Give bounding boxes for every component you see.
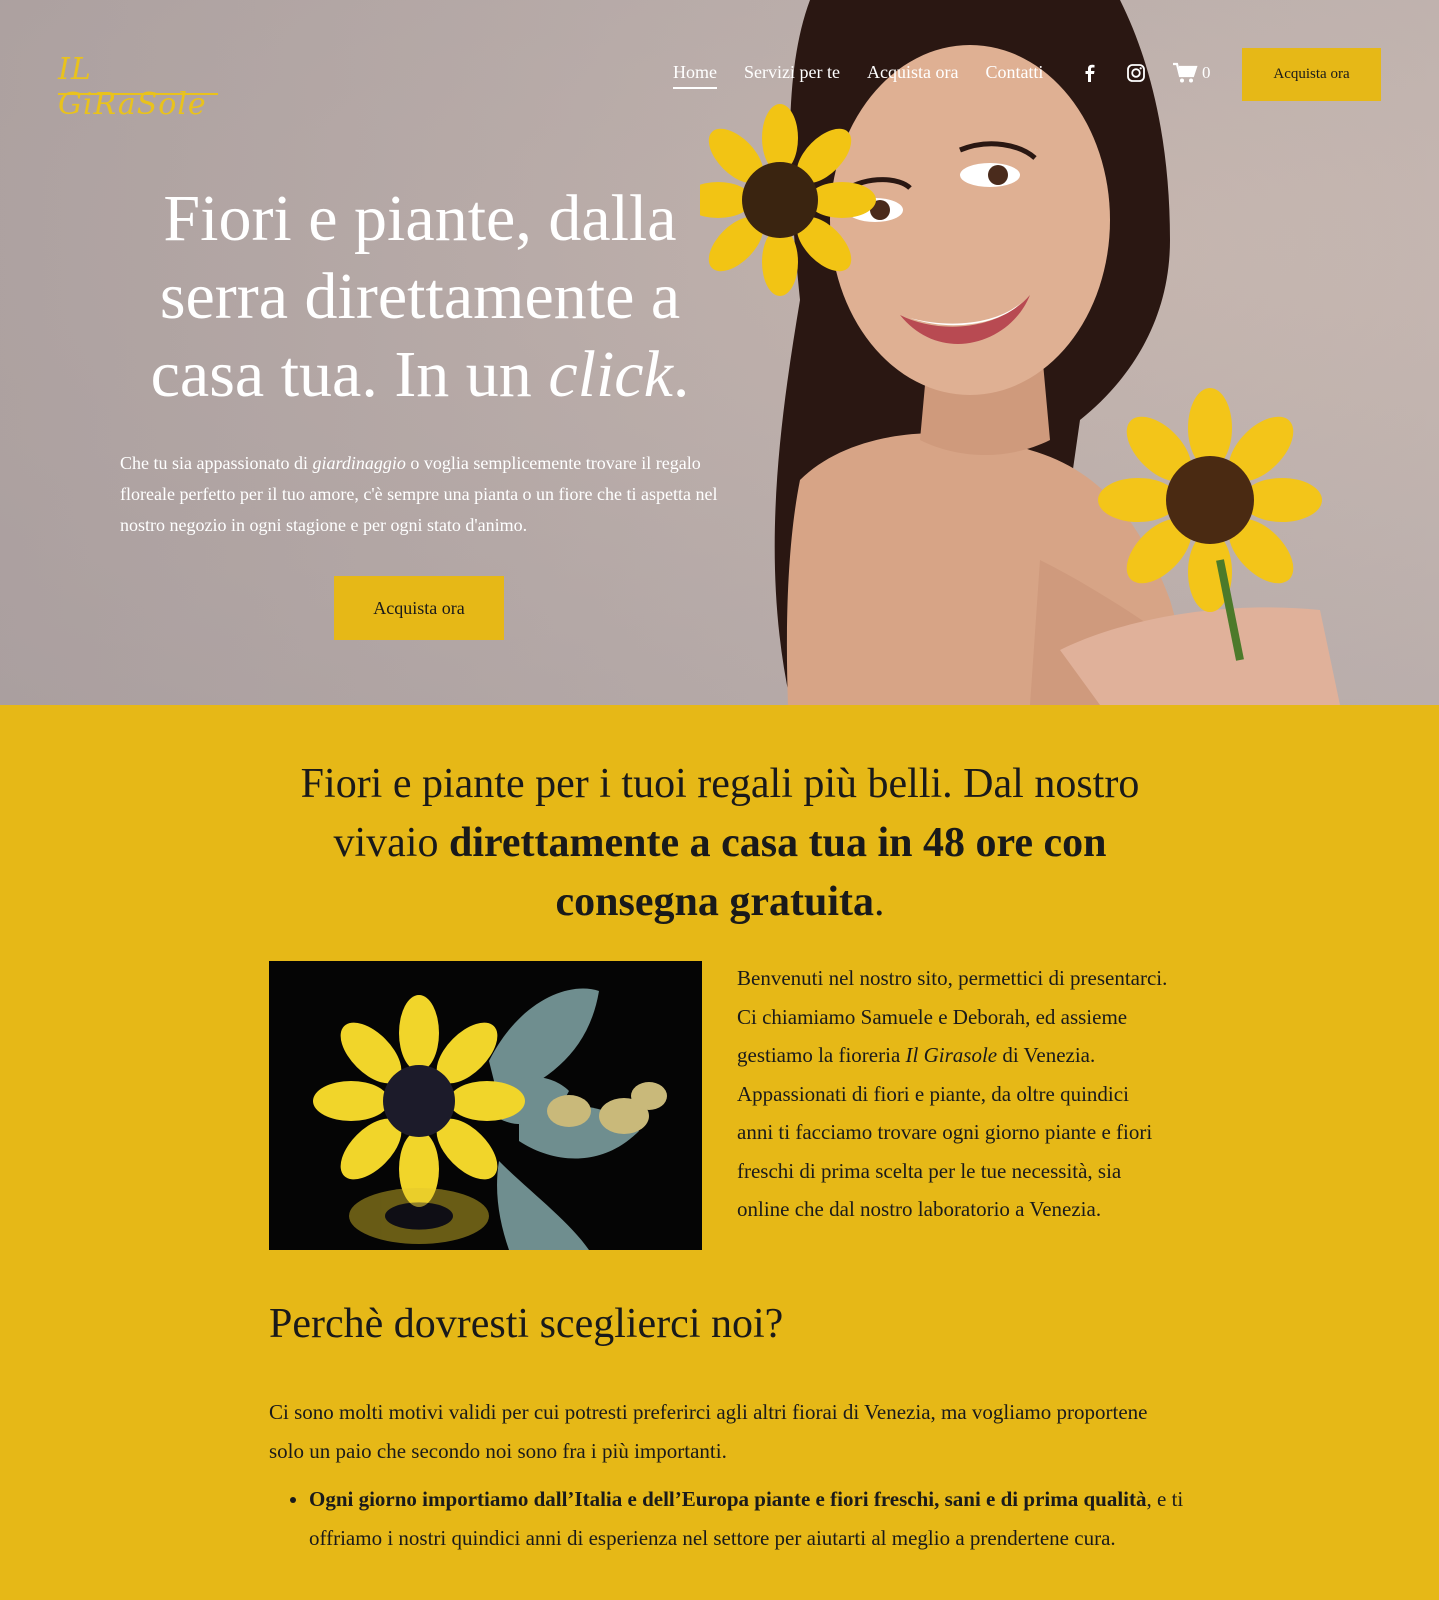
- hero-title-line3: casa tua. In un: [150, 338, 549, 411]
- hero-text-emphasis: giardinaggio: [312, 453, 406, 473]
- hero-section: IL GiRaSole Home Servizi per te Acquista…: [0, 0, 1439, 705]
- reasons-list: Ogni giorno importiamo dall’Italia e del…: [269, 1480, 1209, 1558]
- intro-text-part2: di Venezia. Appassionati di fiori e pian…: [737, 1043, 1153, 1221]
- why-text: Ci sono molti motivi validi per cui potr…: [269, 1400, 1148, 1463]
- nav-home[interactable]: Home: [673, 62, 717, 89]
- logo-underline: [58, 93, 218, 95]
- nav-contatti[interactable]: Contatti: [985, 62, 1043, 89]
- header-cta-button[interactable]: Acquista ora: [1242, 48, 1381, 101]
- lead-bold-text: direttamente a casa tua in 48 ore con co…: [448, 820, 1107, 925]
- list-item: Ogni giorno importiamo dall’Italia e del…: [309, 1480, 1209, 1558]
- hero-title-line2: serra direttamente a: [159, 260, 681, 333]
- nav-servizi[interactable]: Servizi per te: [744, 62, 840, 89]
- intro-shop-name: Il Girasole: [905, 1043, 998, 1067]
- reason-bold: Ogni giorno importiamo dall’Italia e del…: [309, 1487, 1147, 1511]
- intro-section: Fiori e piante per i tuoi regali più bel…: [0, 705, 1439, 1600]
- instagram-icon[interactable]: [1126, 63, 1146, 83]
- sunflower-image: [269, 961, 702, 1250]
- lead-heading: Fiori e piante per i tuoi regali più bel…: [250, 755, 1190, 932]
- why-heading: Perchè dovresti sceglierci noi?: [269, 1301, 784, 1347]
- main-nav: Home Servizi per te Acquista ora Contatt…: [673, 62, 1070, 89]
- hero-title-emphasis: click: [548, 338, 673, 411]
- hero-description: Che tu sia appassionato di giardinaggio …: [120, 448, 720, 541]
- cart-count: 0: [1202, 63, 1211, 82]
- hero-cta-button[interactable]: Acquista ora: [334, 576, 504, 640]
- hero-text-part1: Che tu sia appassionato di: [120, 453, 313, 473]
- cart-link[interactable]: 0: [1172, 62, 1211, 84]
- social-links: 0: [1080, 62, 1211, 84]
- hero-title-line1: Fiori e piante, dalla: [163, 182, 677, 255]
- cart-icon: [1173, 62, 1198, 83]
- intro-text: Benvenuti nel nostro sito, permettici di…: [737, 959, 1169, 1229]
- facebook-icon[interactable]: [1080, 63, 1100, 83]
- logo-text: IL GiRaSole: [58, 52, 207, 122]
- nav-acquista[interactable]: Acquista ora: [867, 62, 958, 89]
- logo[interactable]: IL GiRaSole: [58, 48, 223, 122]
- hero-title-period: .: [672, 338, 690, 411]
- lead-period: .: [874, 879, 885, 925]
- hero-title: Fiori e piante, dalla serra direttamente…: [120, 180, 720, 414]
- site-header: IL GiRaSole Home Servizi per te Acquista…: [0, 0, 1439, 150]
